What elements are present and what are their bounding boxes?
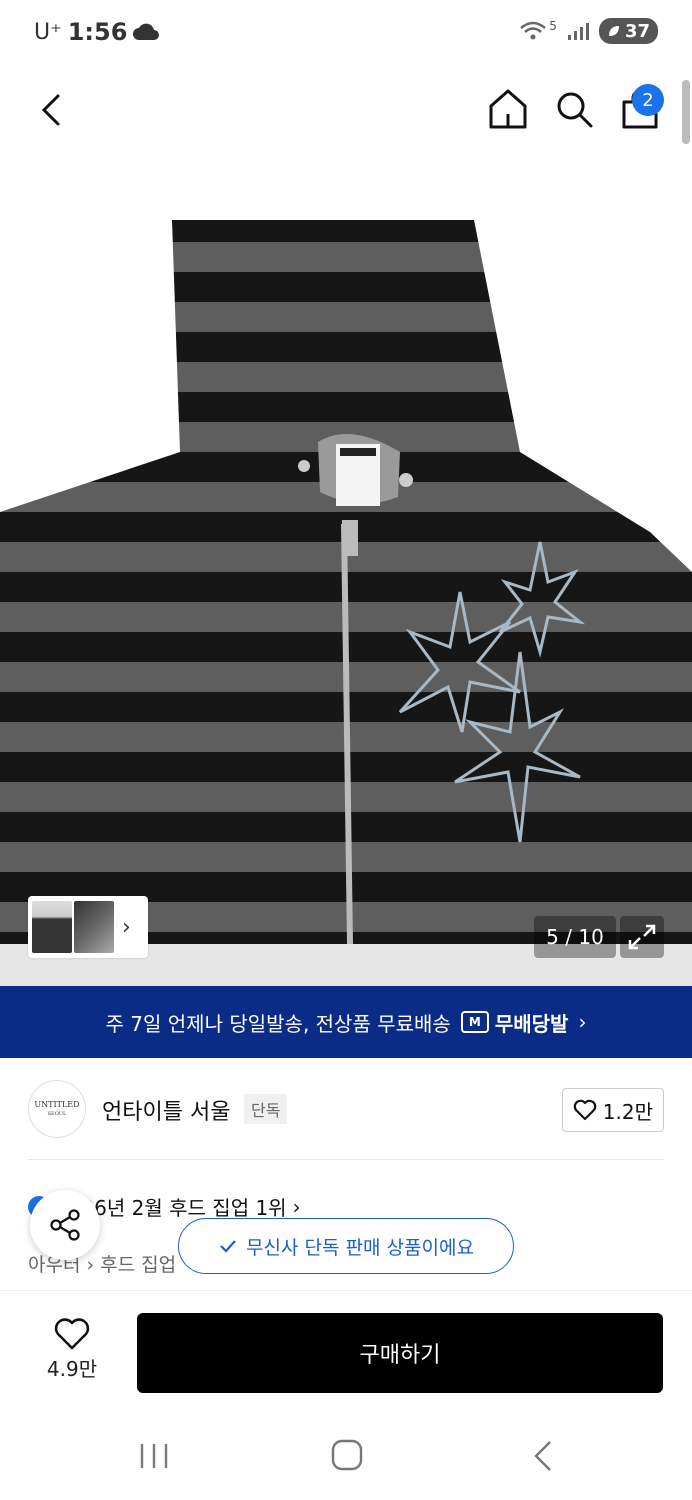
chevron-left-icon[interactable] [32, 88, 72, 132]
search-icon[interactable] [552, 86, 596, 132]
wifi-icon [520, 21, 547, 40]
exclusive-badge: 단독 [244, 1094, 288, 1124]
brand-logo-sub: SEOUL [47, 1111, 67, 1117]
status-left: U⁺ 1:56 [34, 18, 160, 46]
heart-icon [573, 1099, 597, 1121]
share-button[interactable] [30, 1190, 100, 1260]
banner-logo: M 무배당발 [460, 1008, 569, 1037]
network-label: 5 [549, 19, 557, 33]
carrier-label: U⁺ [34, 19, 62, 45]
brand-like-count: 1.2만 [602, 1099, 653, 1124]
signal-icon [567, 23, 589, 40]
image-counter: 5 / 10 [534, 916, 616, 958]
top-nav [0, 68, 692, 152]
exclusive-toast: 무신사 단독 판매 상품이에요 [178, 1218, 514, 1274]
thumbnail-image [74, 901, 114, 953]
truck-icon: M [460, 1011, 489, 1033]
delivery-banner[interactable]: 주 7일 언제나 당일발송, 전상품 무료배송 M 무배당발 › [0, 986, 692, 1058]
heart-icon [54, 1318, 90, 1350]
product-image [0, 152, 692, 944]
status-right: 5 37 [519, 18, 658, 44]
cart-badge: 2 [632, 84, 664, 116]
recents-icon[interactable] [138, 1440, 170, 1472]
home-icon[interactable] [486, 86, 530, 132]
home-nav-icon[interactable] [330, 1438, 364, 1472]
product-like-button[interactable]: 4.9만 [30, 1317, 114, 1389]
battery-indicator: 37 [598, 18, 658, 44]
thumbnail-image [32, 901, 72, 953]
clock: 1:56 [67, 18, 128, 46]
chevron-right-icon: › [578, 1010, 587, 1034]
battery-level: 37 [624, 20, 650, 42]
expand-icon[interactable] [620, 916, 664, 958]
toast-text: 무신사 단독 판매 상품이에요 [246, 1236, 474, 1259]
leaf-icon [608, 26, 619, 36]
back-nav-icon[interactable] [528, 1438, 556, 1474]
buy-button[interactable]: 구매하기 [137, 1313, 663, 1393]
brand-logo[interactable]: UNTITLED SEOUL [28, 1080, 86, 1138]
status-bar: U⁺ 1:56 5 37 [0, 0, 692, 68]
thumbnail-preview[interactable]: › [28, 896, 148, 958]
brand-row: UNTITLED SEOUL 언타이틀 서울 단독 1.2만 [28, 1060, 664, 1160]
banner-logo-text: 무배당발 [494, 1011, 569, 1036]
chevron-right-icon: › [292, 1194, 301, 1219]
system-nav-bar [0, 1416, 692, 1500]
cloud-icon [133, 23, 160, 40]
brand-name[interactable]: 언타이틀 서울 [102, 1094, 230, 1126]
chevron-right-icon: › [122, 914, 131, 940]
brand-like-button[interactable]: 1.2만 [561, 1088, 664, 1132]
scrollbar[interactable] [682, 80, 690, 144]
check-icon [220, 1240, 236, 1253]
banner-text: 주 7일 언제나 당일발송, 전상품 무료배송 [105, 1011, 451, 1036]
product-image-gallery[interactable]: › 5 / 10 [0, 152, 692, 986]
purchase-action-bar: 4.9만 구매하기 [0, 1290, 692, 1416]
share-icon [50, 1209, 80, 1241]
product-like-count: 4.9만 [46, 1357, 98, 1381]
brand-logo-text: UNTITLED [34, 1100, 80, 1109]
